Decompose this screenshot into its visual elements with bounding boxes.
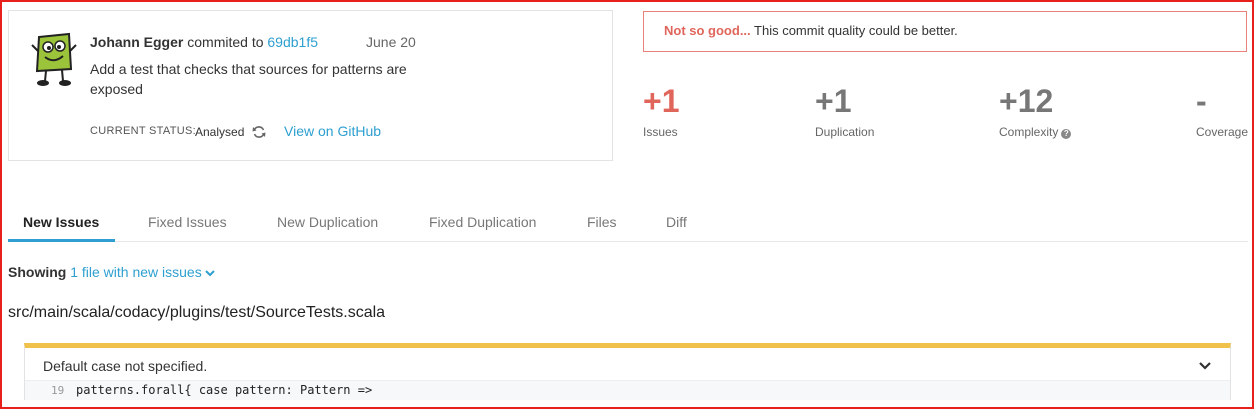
metric-coverage-label: Coverage bbox=[1196, 125, 1249, 139]
commit-verb: commited to bbox=[187, 34, 264, 50]
quality-text: This commit quality could be better. bbox=[750, 23, 958, 38]
quality-banner: Not so good... This commit quality could… bbox=[643, 11, 1247, 52]
code-text: patterns.forall{ case pattern: Pattern =… bbox=[76, 383, 373, 397]
metric-issues-label: Issues bbox=[643, 125, 678, 139]
commit-date: June 20 bbox=[366, 34, 416, 50]
quality-verdict: Not so good... bbox=[664, 23, 751, 38]
tab-diff[interactable]: Diff bbox=[666, 214, 687, 230]
tab-new-issues[interactable]: New Issues bbox=[23, 214, 99, 230]
tab-files[interactable]: Files bbox=[587, 214, 617, 230]
metric-complexity-label-wrap: Complexity? bbox=[999, 125, 1072, 139]
metric-complexity-label: Complexity bbox=[999, 125, 1059, 139]
commit-author: Johann Egger bbox=[90, 34, 184, 50]
metric-duplication-value: +1 bbox=[815, 83, 852, 119]
commit-card: Johann Egger commited to 69db1f5 June 20… bbox=[8, 10, 613, 161]
metric-issues-value: +1 bbox=[643, 83, 680, 119]
active-tab-indicator bbox=[8, 239, 115, 242]
showing-filter: Showing 1 file with new issues bbox=[8, 264, 216, 280]
issue-title: Default case not specified. bbox=[43, 358, 208, 374]
metric-complexity-value: +12 bbox=[999, 83, 1054, 119]
showing-files-link[interactable]: 1 file with new issues bbox=[70, 264, 202, 280]
chevron-down-icon[interactable] bbox=[1198, 361, 1212, 371]
commit-message: Add a test that checks that sources for … bbox=[90, 61, 407, 97]
metric-coverage-value: - bbox=[1196, 83, 1207, 119]
showing-label: Showing bbox=[8, 264, 67, 280]
commit-author-line: Johann Egger commited to 69db1f5 bbox=[90, 34, 318, 50]
commit-tabs: New Issues Fixed Issues New Duplication … bbox=[8, 200, 1248, 242]
showing-files-dropdown[interactable]: 1 file with new issues bbox=[70, 264, 216, 280]
tab-new-duplication[interactable]: New Duplication bbox=[277, 214, 378, 230]
refresh-icon[interactable] bbox=[252, 125, 266, 139]
help-icon[interactable]: ? bbox=[1061, 129, 1072, 139]
line-number: 19 bbox=[51, 384, 65, 397]
chevron-down-icon[interactable] bbox=[204, 268, 216, 278]
code-line: 19 patterns.forall{ case pattern: Patter… bbox=[25, 380, 1230, 400]
current-status-value: Analysed bbox=[195, 125, 245, 139]
view-on-github-link[interactable]: View on GitHub bbox=[284, 123, 381, 139]
issue-card[interactable]: Default case not specified. 19 patterns.… bbox=[24, 343, 1231, 400]
metric-duplication-label: Duplication bbox=[815, 125, 875, 139]
commit-hash-link[interactable]: 69db1f5 bbox=[267, 34, 318, 50]
avatar bbox=[31, 32, 77, 86]
tab-fixed-duplication[interactable]: Fixed Duplication bbox=[429, 214, 536, 230]
current-status-label: CURRENT STATUS: bbox=[90, 125, 196, 137]
tab-fixed-issues[interactable]: Fixed Issues bbox=[148, 214, 227, 230]
file-path[interactable]: src/main/scala/codacy/plugins/test/Sourc… bbox=[8, 304, 385, 322]
